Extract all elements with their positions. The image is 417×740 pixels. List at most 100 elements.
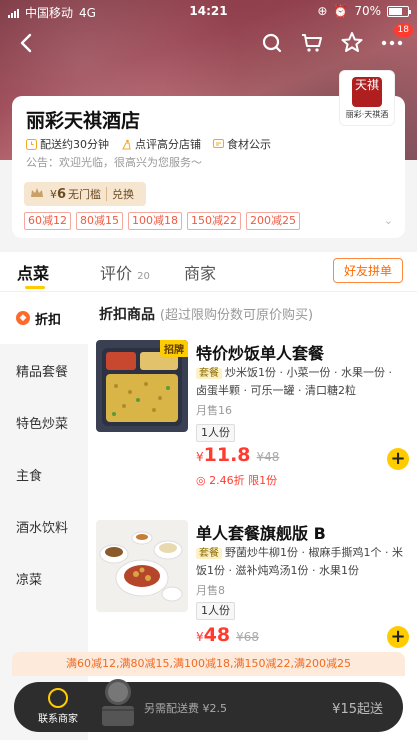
alarm-icon: ⏰ — [333, 4, 349, 18]
sidebar-item-premium-sets[interactable]: 精品套餐 — [0, 344, 88, 396]
vip-coupon[interactable]: ¥ 6 无门槛 兑换 — [24, 182, 146, 206]
contact-merchant-label: 联系商家 — [38, 714, 78, 725]
store-tag-label: 配送约30分钟 — [40, 138, 109, 151]
cart-icon — [302, 34, 322, 52]
discount-icon: ◆ — [16, 311, 30, 325]
store-name: 丽彩天祺酒店 — [26, 110, 141, 132]
more-button[interactable]: 18 — [379, 24, 413, 56]
sidebar-item-label: 精品套餐 — [16, 364, 69, 380]
tab-reviews[interactable]: 评价 20 — [100, 260, 150, 284]
coupon-tag[interactable]: 100减18 — [128, 212, 182, 230]
section-subtitle: (超过限购份数可原价购买) — [159, 308, 314, 323]
store-tags: 配送约30分钟 点评高分店铺 食材公示 — [26, 136, 271, 152]
signature-badge: 招牌 — [160, 340, 188, 357]
vip-divider — [106, 187, 108, 201]
sidebar-item-stir-fry[interactable]: 特色炒菜 — [0, 396, 88, 448]
product-image[interactable] — [96, 520, 188, 612]
sidebar-item-drinks[interactable]: 酒水饮料 — [0, 500, 88, 552]
section-title-text: 折扣商品 — [99, 307, 155, 323]
lock-rotation-icon: ⊕ — [317, 4, 328, 18]
product-title[interactable]: 特价炒饭单人套餐 — [196, 340, 324, 364]
product-image[interactable]: 招牌 — [96, 340, 188, 432]
product-desc-text: 炒米饭1份 · 小菜一份 · 水果一份 · 卤蛋半颗 · 可乐一罐 · 清口糖2… — [196, 366, 392, 397]
chevron-down-icon[interactable]: ⌄ — [384, 214, 393, 227]
vip-currency: ¥ — [50, 187, 57, 201]
group-order-button[interactable]: 好友拼单 — [332, 258, 403, 283]
sidebar-item-label: 酒水饮料 — [16, 520, 69, 536]
store-tag-rating: 点评高分店铺 — [121, 136, 201, 152]
sidebar-item-staple[interactable]: 主食 — [0, 448, 88, 500]
price-currency: ¥ — [196, 450, 204, 464]
message-icon — [213, 138, 224, 148]
battery-percent: 70% — [354, 4, 381, 18]
vip-label: 无门槛 — [68, 188, 102, 201]
monthly-sales: 月售8 — [196, 584, 225, 597]
tab-reviews-label: 评价 — [100, 264, 133, 283]
contact-merchant-button[interactable]: 联系商家 — [24, 688, 92, 725]
sidebar-item-label: 主食 — [16, 468, 43, 484]
clock-icon — [26, 138, 37, 150]
cart-bar[interactable]: 联系商家 另需配送费 ¥2.5 ¥15起送 — [14, 679, 403, 732]
sidebar-item-label: 特色炒菜 — [16, 416, 69, 432]
promo-bar: 满60减12,满80减15,满100减18,满150减22,满200减25 — [12, 652, 405, 676]
section-title: 折扣商品 (超过限购份数可原价购买) — [99, 304, 313, 324]
tab-order[interactable]: 点菜 — [17, 260, 49, 284]
set-tag: 套餐 — [196, 548, 222, 559]
logo-seal: 天祺 — [352, 76, 382, 107]
store-tag-ingredients[interactable]: 食材公示 — [213, 136, 271, 152]
discount-limit-text: 2.46折 限1份 — [209, 474, 278, 487]
cart-button[interactable] — [299, 30, 325, 56]
product-desc: 套餐 炒米饭1份 · 小菜一份 · 水果一份 · 卤蛋半颗 · 可乐一罐 · 清口… — [196, 364, 406, 399]
vip-amount: 6 — [57, 186, 67, 202]
tab-active-indicator — [25, 286, 45, 289]
store-tag-delivery: 配送约30分钟 — [26, 136, 109, 152]
coupon-list: 60减12 80减15 100减18 150减22 200减25 — [24, 212, 300, 230]
logo-caption: 丽彩·天祺酒 — [345, 109, 389, 119]
store-tag-label: 食材公示 — [227, 138, 271, 151]
product-title[interactable]: 单人套餐旗舰版 B — [196, 520, 326, 544]
empty-cart-illustration — [86, 670, 150, 734]
discount-limit: ◎ 2.46折 限1份 — [196, 472, 277, 488]
vip-redeem[interactable]: 兑换 — [112, 186, 134, 202]
chevron-left-icon — [20, 33, 32, 53]
store-notice: 公告：欢迎光临，很高兴为您服务～ — [26, 156, 202, 169]
store-logo: 天祺 丽彩·天祺酒 — [339, 70, 395, 126]
coupon-tag[interactable]: 80减15 — [76, 212, 123, 230]
price-currency: ¥ — [196, 630, 204, 644]
sidebar-item-discount[interactable]: ◆ 折扣 — [0, 292, 88, 344]
price-value: 48 — [203, 624, 231, 646]
coupon-tag[interactable]: 60减12 — [24, 212, 71, 230]
add-to-cart-button[interactable]: + — [387, 448, 409, 470]
delivery-fee: 另需配送费 ¥2.5 — [144, 702, 227, 715]
product-price: ¥11.8 ¥48 — [196, 444, 279, 466]
coupon-tag[interactable]: 200减25 — [246, 212, 300, 230]
sidebar-item-cold-dishes[interactable]: 凉菜 — [0, 552, 88, 604]
product-price: ¥48 ¥68 — [196, 624, 259, 646]
thumbs-up-icon — [122, 139, 131, 149]
headset-icon — [48, 688, 68, 708]
monthly-sales: 月售16 — [196, 404, 232, 417]
product-desc: 套餐 野菌炒牛柳1份 · 椒麻手撕鸡1个 · 米饭1份 · 滋补炖鸡汤1份 · 水… — [196, 544, 406, 579]
crown-icon — [24, 187, 50, 202]
product-item[interactable]: 招牌 特价炒饭单人套餐 套餐 炒米饭1份 · 小菜一份 · 水果一份 · 卤蛋半颗… — [96, 340, 409, 490]
search-button[interactable] — [259, 30, 285, 56]
add-to-cart-button[interactable]: + — [387, 626, 409, 648]
search-icon — [262, 33, 282, 53]
coupon-tag[interactable]: 150减22 — [187, 212, 241, 230]
star-icon — [341, 32, 363, 52]
top-nav: 18 — [0, 24, 417, 58]
tag-icon: ◎ — [196, 474, 206, 487]
back-button[interactable] — [14, 30, 40, 56]
tab-merchant[interactable]: 商家 — [184, 260, 216, 284]
portion-tag: 1人份 — [196, 424, 235, 442]
favorite-button[interactable] — [339, 30, 365, 56]
minimum-order: ¥15起送 — [332, 702, 383, 717]
sidebar-item-label: 折扣 — [35, 312, 62, 328]
store-card: 天祺 丽彩·天祺酒 丽彩天祺酒店 配送约30分钟 点评高分店铺 食材公示 公告：… — [12, 70, 405, 238]
sidebar-item-label: 凉菜 — [16, 572, 43, 588]
status-bar: 中国移动 4G 14:21 ⊕ ⏰ 70% — [0, 0, 417, 22]
set-tag: 套餐 — [196, 368, 222, 379]
price-value: 11.8 — [203, 444, 251, 466]
portion-tag: 1人份 — [196, 602, 235, 620]
product-item[interactable]: 单人套餐旗舰版 B 套餐 野菌炒牛柳1份 · 椒麻手撕鸡1个 · 米饭1份 · 滋… — [96, 520, 409, 660]
